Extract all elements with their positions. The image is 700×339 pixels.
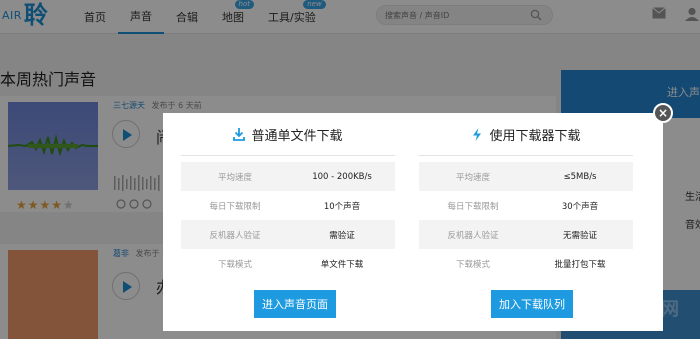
column-title: 普通单文件下载	[251, 128, 343, 144]
spec-key: 反机器人验证	[419, 220, 527, 249]
table-row: 平均速度 100 - 200KB/s	[181, 162, 395, 191]
table-row: 反机器人验证 需验证	[181, 220, 395, 249]
table-row: 平均速度 ≤5MB/s	[419, 162, 633, 191]
table-row: 每日下载限制 30个声音	[419, 191, 633, 220]
column-header: 普通单文件下载	[181, 113, 395, 156]
table-row: 每日下载限制 10个声音	[181, 191, 395, 220]
close-icon[interactable]: ×	[653, 103, 673, 123]
spec-value: 批量打包下载	[554, 259, 606, 270]
spec-key: 每日下载限制	[209, 201, 261, 212]
spec-value: 30个声音	[561, 201, 599, 212]
spec-key: 平均速度	[181, 162, 289, 191]
download-icon	[233, 127, 246, 141]
table-row: 下载模式 单文件下载	[181, 249, 395, 278]
download-options-modal: 普通单文件下载 平均速度 100 - 200KB/s 每日下载限制 10个声音 反机…	[163, 113, 663, 331]
column-header: 使用下载器下载	[419, 113, 633, 156]
spec-value: ≤5MB/s	[527, 162, 633, 191]
table-row: 反机器人验证 无需验证	[419, 220, 633, 249]
downloader-column: 使用下载器下载 平均速度 ≤5MB/s 每日下载限制 30个声音 反机器人验证 无需验…	[419, 113, 633, 318]
table-row: 下载模式 批量打包下载	[419, 249, 633, 278]
spec-key: 下载模式	[217, 259, 252, 270]
spec-value: 100 - 200KB/s	[289, 162, 395, 191]
spec-key: 平均速度	[419, 162, 527, 191]
enter-sound-page-button[interactable]: 进入声音页面	[254, 290, 336, 318]
lightning-icon	[473, 127, 482, 141]
spec-key: 反机器人验证	[181, 220, 289, 249]
add-to-download-queue-button[interactable]: 加入下载队列	[491, 290, 573, 318]
spec-value: 单文件下载	[320, 259, 364, 270]
single-file-download-column: 普通单文件下载 平均速度 100 - 200KB/s 每日下载限制 10个声音 反机…	[181, 113, 395, 318]
spec-value: 10个声音	[323, 201, 361, 212]
spec-key: 每日下载限制	[447, 201, 499, 212]
spec-key: 下载模式	[455, 259, 490, 270]
spec-table: 平均速度 ≤5MB/s 每日下载限制 30个声音 反机器人验证 无需验证 下载模式 批量…	[419, 162, 633, 278]
spec-value: 需验证	[289, 220, 395, 249]
column-title: 使用下载器下载	[489, 128, 581, 144]
spec-table: 平均速度 100 - 200KB/s 每日下载限制 10个声音 反机器人验证 需验证 …	[181, 162, 395, 278]
spec-value: 无需验证	[527, 220, 633, 249]
